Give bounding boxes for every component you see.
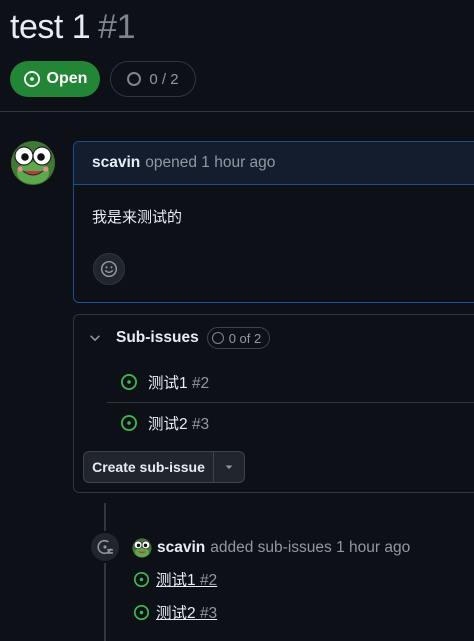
- issue-open-icon: [23, 71, 40, 87]
- event-sub-issue-link[interactable]: 测试1 #2: [133, 568, 217, 590]
- event-sub-issue-title[interactable]: 测试2: [156, 605, 196, 622]
- timeline-line: [104, 503, 106, 641]
- event-author[interactable]: scavin: [157, 539, 205, 557]
- sub-issues-title: Sub-issues: [116, 329, 199, 346]
- progress-text: 0 / 2: [149, 70, 179, 88]
- sub-issues-header[interactable]: Sub-issues 0 of 2: [88, 327, 271, 349]
- sub-issue-progress-pill[interactable]: 0 / 2: [110, 61, 196, 97]
- sub-issue-row[interactable]: 测试2 #3: [120, 412, 209, 434]
- issue-state-label: Open: [46, 70, 88, 87]
- chevron-down-icon[interactable]: [88, 331, 102, 345]
- triangle-down-icon: [225, 465, 233, 469]
- event-sub-issue-number[interactable]: #3: [200, 605, 217, 622]
- issue-number: #1: [98, 8, 135, 46]
- avatar[interactable]: [132, 538, 152, 558]
- sub-issues-count: 0 of 2: [228, 330, 262, 346]
- issue-title-text: test 1: [10, 8, 91, 46]
- issue-open-icon: [121, 374, 137, 390]
- sub-issue-divider: [107, 402, 474, 403]
- progress-ring-icon: [127, 72, 142, 86]
- comment-body: 我是来测试的: [92, 209, 183, 226]
- sub-issue-row[interactable]: 测试1 #2: [120, 371, 209, 393]
- sub-issue-icon: [97, 539, 114, 555]
- sub-issues-panel: Sub-issues 0 of 2 测试1 #2 测试2 #3 Create s…: [73, 314, 474, 493]
- create-sub-issue-dropdown-button[interactable]: [214, 452, 244, 482]
- issue-title: test 1 #1: [10, 8, 135, 47]
- sub-issue-number: #3: [191, 416, 210, 433]
- issue-open-icon: [133, 571, 150, 587]
- create-sub-issue-button-group: Create sub-issue: [83, 451, 245, 483]
- smiley-icon: [100, 260, 118, 278]
- comment-header: scavin opened 1 hour ago: [74, 142, 474, 185]
- sub-issue-number: #2: [191, 375, 210, 392]
- event-sub-issue-title[interactable]: 测试1: [156, 572, 196, 589]
- create-sub-issue-button[interactable]: Create sub-issue: [84, 452, 213, 482]
- sub-issue-title[interactable]: 测试1: [148, 375, 188, 392]
- comment-author[interactable]: scavin: [92, 154, 140, 172]
- avatar[interactable]: [10, 140, 56, 186]
- issue-open-icon: [133, 604, 150, 620]
- event-sub-issue-link[interactable]: 测试2 #3: [133, 601, 217, 623]
- issue-open-icon: [121, 415, 137, 431]
- event-sub-issue-number[interactable]: #2: [200, 572, 217, 589]
- issue-comment: scavin opened 1 hour ago 我是来测试的: [73, 141, 474, 303]
- comment-timestamp[interactable]: opened 1 hour ago: [145, 154, 275, 172]
- timeline-event-badge: [89, 531, 121, 563]
- sub-issue-title[interactable]: 测试2: [148, 416, 188, 433]
- header-divider: [0, 111, 474, 112]
- add-reaction-button[interactable]: [93, 253, 125, 285]
- progress-ring-icon: [211, 332, 224, 344]
- issue-state-badge: Open: [10, 61, 100, 97]
- timeline-event: scavin added sub-issues 1 hour ago: [132, 538, 410, 558]
- sub-issues-count-badge: 0 of 2: [206, 327, 271, 349]
- event-description: added sub-issues 1 hour ago: [210, 539, 411, 556]
